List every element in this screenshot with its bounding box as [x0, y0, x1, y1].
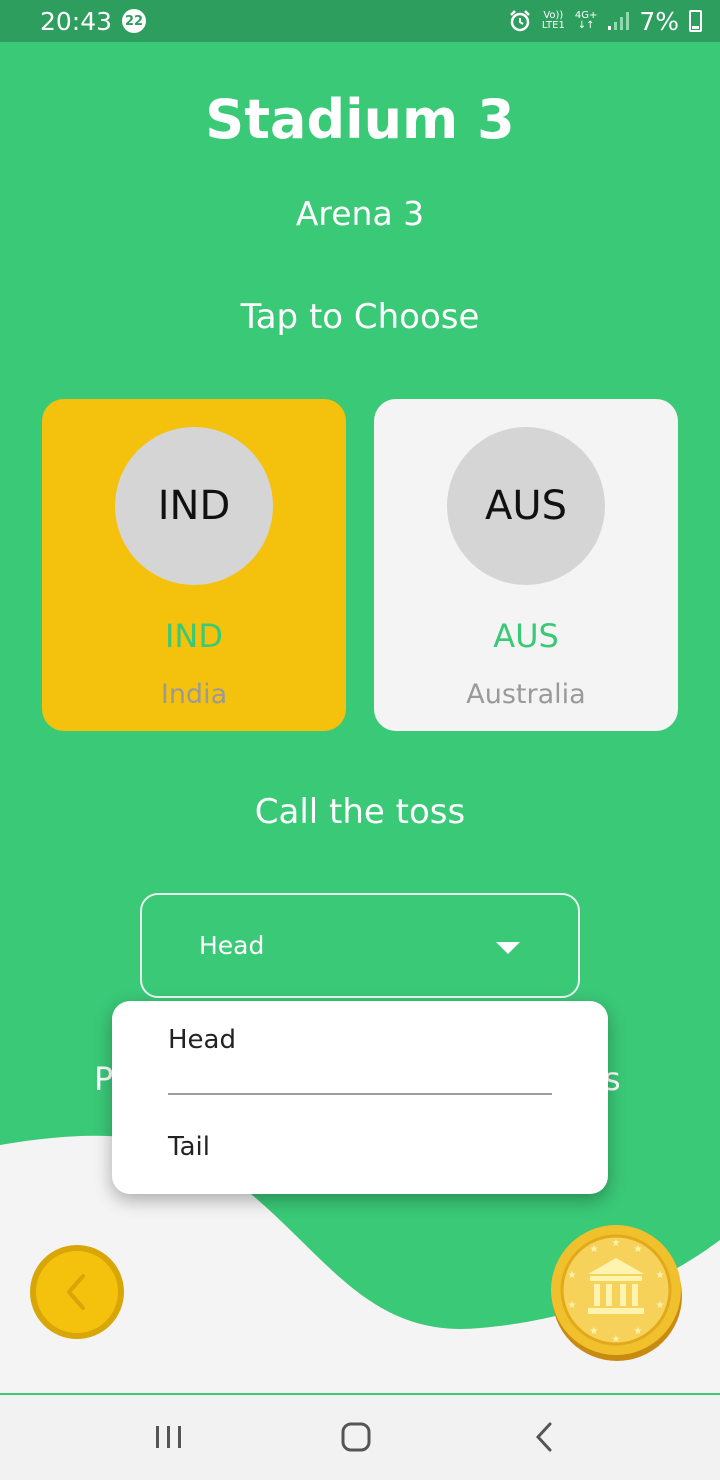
notification-count-badge: 22 [122, 9, 147, 33]
alarm-icon [509, 10, 530, 32]
team-code-aus: AUS [493, 617, 559, 655]
recent-apps-icon [156, 1426, 181, 1448]
team-name-aus: Australia [466, 679, 586, 710]
back-arrow-icon [535, 1422, 552, 1452]
chevron-left-icon [67, 1274, 85, 1310]
battery-percent: 7% [639, 6, 679, 36]
svg-text:★: ★ [568, 1270, 577, 1281]
svg-text:★: ★ [612, 1238, 621, 1249]
menu-option-head[interactable]: Head [168, 1025, 236, 1055]
team-code-ind: IND [164, 617, 223, 655]
network-type-indicator: 4G+ ↓↑ [574, 10, 598, 31]
toss-options-menu: Head Tail [112, 1001, 608, 1194]
battery-charging-icon [689, 10, 702, 32]
team-avatar-aus: AUS [447, 427, 605, 585]
volte-indicator: Vo)) LTE1 [541, 10, 565, 31]
page-title: Stadium 3 [205, 88, 515, 151]
home-button[interactable] [334, 1415, 378, 1459]
back-button[interactable] [30, 1245, 124, 1339]
toss-dropdown-value: Head [199, 931, 265, 960]
menu-option-tail[interactable]: Tail [168, 1132, 210, 1162]
svg-text:★: ★ [612, 1334, 621, 1345]
team-card-ind[interactable]: IND IND India [42, 399, 346, 731]
svg-text:★: ★ [656, 1270, 665, 1281]
tap-to-choose-prompt: Tap to Choose [240, 297, 480, 337]
status-bar: 20:43 22 Vo)) LTE1 4G+ ↓↑ 7% [0, 0, 720, 42]
team-card-aus[interactable]: AUS AUS Australia [374, 399, 678, 731]
system-nav-bar [0, 1393, 720, 1480]
team-avatar-ind: IND [115, 427, 273, 585]
recent-apps-button[interactable] [147, 1415, 191, 1459]
system-back-button[interactable] [522, 1415, 566, 1459]
data-arrows-icon: ↓↑ [577, 20, 595, 31]
status-icons: Vo)) LTE1 4G+ ↓↑ 7% [508, 7, 702, 36]
svg-text:★: ★ [590, 1244, 599, 1255]
arena-subtitle: Arena 3 [295, 194, 425, 233]
toss-label: Call the toss [254, 792, 466, 832]
occluded-text-left: P [94, 1060, 114, 1098]
status-time: 20:43 [40, 6, 113, 36]
svg-text:★: ★ [634, 1244, 643, 1255]
svg-text:★: ★ [634, 1326, 643, 1337]
svg-text:★: ★ [656, 1300, 665, 1311]
home-icon [341, 1422, 371, 1452]
svg-text:★: ★ [568, 1300, 577, 1311]
menu-divider [168, 1093, 552, 1095]
caret-down-icon [496, 942, 520, 954]
team-name-ind: India [160, 679, 228, 710]
coin-bank-icon[interactable]: ★ ★ ★ ★ ★ ★ ★ ★ ★ ★ [550, 1222, 684, 1362]
svg-text:★: ★ [590, 1326, 599, 1337]
signal-icon [608, 12, 630, 30]
toss-dropdown[interactable]: Head [140, 893, 580, 998]
